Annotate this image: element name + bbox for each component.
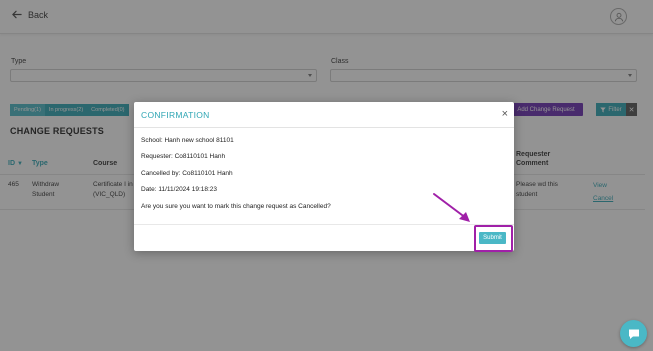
modal-header: CONFIRMATION × (134, 102, 514, 128)
modal-footer-divider (134, 224, 514, 225)
modal-title: CONFIRMATION (141, 110, 210, 120)
modal-cancelled-by: Cancelled by: Co8110101 Hanh (141, 170, 233, 177)
chat-icon (628, 329, 639, 339)
chat-button[interactable] (620, 320, 647, 347)
submit-button[interactable]: Submit (479, 232, 506, 244)
modal-date: Date: 11/11/2024 19:18:23 (141, 186, 218, 193)
modal-school: School: Hanh new school 81101 (141, 137, 234, 144)
close-icon[interactable]: × (502, 108, 508, 120)
modal-question: Are you sure you want to mark this chang… (141, 203, 331, 210)
confirmation-modal: CONFIRMATION × School: Hanh new school 8… (134, 102, 514, 252)
modal-requester: Requester: Co8110101 Hanh (141, 153, 226, 160)
